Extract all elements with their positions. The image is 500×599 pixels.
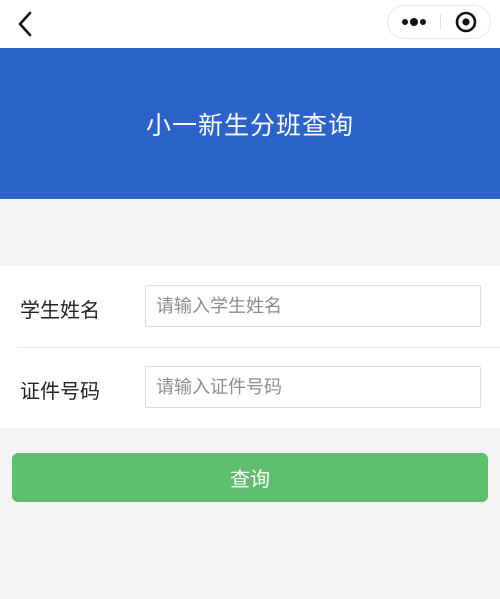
student-name-input[interactable] bbox=[145, 285, 481, 327]
target-circle-icon[interactable] bbox=[441, 6, 491, 38]
student-name-label: 学生姓名 bbox=[20, 298, 100, 322]
page-title: 小一新生分班查询 bbox=[145, 110, 354, 140]
student-name-row: 学生姓名 bbox=[0, 266, 500, 347]
query-button[interactable]: 查询 bbox=[12, 453, 488, 502]
back-icon[interactable] bbox=[14, 9, 40, 39]
top-nav-bar bbox=[0, 0, 500, 48]
id-number-label: 证件号码 bbox=[20, 379, 100, 403]
id-number-input[interactable] bbox=[145, 366, 481, 408]
query-form: 学生姓名 证件号码 bbox=[0, 266, 500, 428]
header-banner: 小一新生分班查询 bbox=[0, 48, 500, 199]
more-dots-icon[interactable] bbox=[388, 6, 440, 38]
id-number-row: 证件号码 bbox=[0, 347, 500, 428]
miniprogram-capsule bbox=[387, 5, 491, 39]
